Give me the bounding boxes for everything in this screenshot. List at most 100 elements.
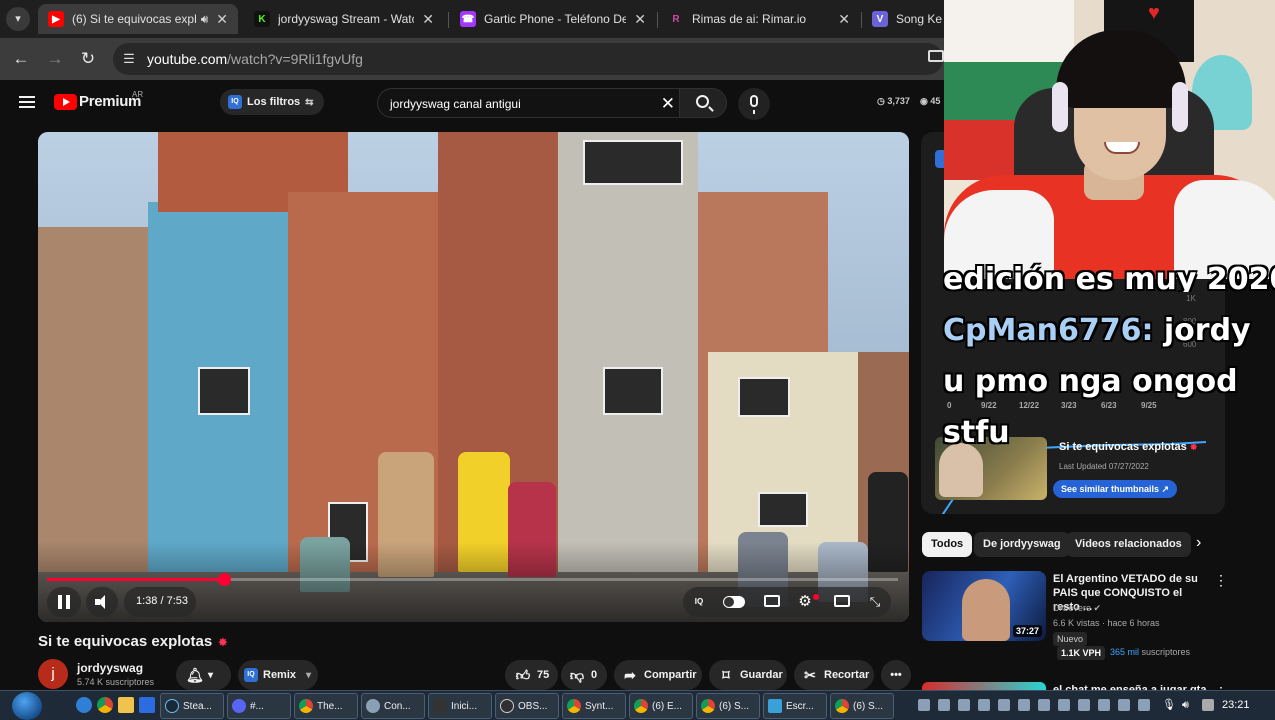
tray-icon[interactable]: [998, 699, 1010, 711]
taskbar-window[interactable]: Inici...: [428, 693, 492, 719]
youtube-logo-icon[interactable]: [54, 94, 77, 110]
progress-scrubber-handle[interactable]: [218, 573, 231, 586]
url-text[interactable]: youtube.com/watch?v=9Rli1fgvUfg: [147, 51, 363, 67]
channel-name[interactable]: jordyyswag: [77, 661, 143, 675]
explosion-emoji-icon: ✸: [1189, 442, 1198, 452]
back-arrow-icon[interactable]: ←: [10, 48, 32, 70]
chevron-right-icon[interactable]: ›: [1196, 534, 1201, 552]
tab-close-icon[interactable]: ✕: [838, 11, 850, 28]
clip-button[interactable]: ✂ Recortar: [794, 660, 874, 690]
folder-icon[interactable]: [118, 697, 134, 713]
settings-icon[interactable]: [139, 697, 155, 713]
theater-mode-icon[interactable]: [834, 595, 850, 607]
clip-label: Recortar: [824, 669, 870, 681]
fullscreen-icon[interactable]: ⤡: [867, 594, 883, 610]
sliders-icon: ⇆: [305, 96, 314, 108]
tab-search-chevron-icon[interactable]: ▾: [6, 7, 30, 31]
microphone-icon[interactable]: 🎙︎: [1162, 699, 1176, 711]
taskbar-window[interactable]: (6) S...: [830, 693, 894, 719]
taskbar-window[interactable]: The...: [294, 693, 358, 719]
dislike-button[interactable]: 👎︎ 0: [561, 660, 607, 690]
cast-icon[interactable]: [928, 50, 944, 62]
search-button[interactable]: [679, 88, 727, 118]
tray-icon[interactable]: [1038, 699, 1050, 711]
volume-icon[interactable]: 🔊︎: [1182, 699, 1194, 711]
recommendation-thumbnail[interactable]: 37:27: [922, 571, 1046, 641]
edge-icon[interactable]: [76, 697, 92, 713]
tray-icon[interactable]: [1118, 699, 1130, 711]
iq-icon[interactable]: IQ: [691, 594, 707, 610]
taskbar-window[interactable]: Synt...: [562, 693, 626, 719]
channel-avatar[interactable]: j: [38, 659, 68, 689]
chat-text: jordy: [1153, 313, 1251, 348]
recommendation-thumbnail[interactable]: [922, 682, 1046, 690]
taskbar-window[interactable]: OBS...: [495, 693, 559, 719]
taskbar-window[interactable]: Stea...: [160, 693, 224, 719]
browser-tab-gartic[interactable]: ☎ Gartic Phone - Teléfono Des ✕: [450, 4, 656, 34]
video-player[interactable]: 1:38 / 7:53 IQ ⚙ ⤡: [38, 132, 909, 622]
new-badge: Nuevo: [1053, 632, 1088, 646]
search-input[interactable]: jordyyswag canal antigui ✕: [377, 88, 679, 118]
webcam-overlay: ♥: [944, 0, 1275, 279]
more-vertical-icon[interactable]: ⋮: [1214, 572, 1228, 589]
tray-icon[interactable]: [1058, 699, 1070, 711]
video-frame-window: [198, 367, 250, 415]
volume-button[interactable]: [86, 587, 118, 617]
chip-related[interactable]: Videos relacionados: [1066, 532, 1191, 557]
browser-tab-kick[interactable]: K jordyyswag Stream - Watch ✕: [244, 4, 444, 34]
tab-close-icon[interactable]: ✕: [216, 11, 228, 28]
tray-icon[interactable]: [1138, 699, 1150, 711]
tab-close-icon[interactable]: ✕: [422, 11, 434, 28]
headphones-icon: [1052, 82, 1068, 132]
taskbar-window[interactable]: #...: [227, 693, 291, 719]
thumbnail-face: [939, 443, 983, 497]
like-button[interactable]: 👍︎ 75: [505, 660, 558, 690]
taskbar-window[interactable]: Con...: [361, 693, 425, 719]
site-info-icon[interactable]: ☰: [121, 51, 137, 67]
notifications-button[interactable]: 🔔︎ ▾: [176, 660, 231, 690]
filters-button[interactable]: IQ Los filtros ⇆: [220, 89, 324, 115]
tray-icon[interactable]: [958, 699, 970, 711]
reload-icon[interactable]: ↻: [77, 48, 99, 70]
chart-x-label: 9/22: [981, 401, 997, 410]
save-button[interactable]: ⌑ Guardar: [709, 660, 787, 690]
browser-tab-songkey[interactable]: V Song Key a: [862, 4, 952, 34]
taskbar-window[interactable]: Escr...: [763, 693, 827, 719]
network-icon[interactable]: [1202, 699, 1214, 711]
voice-search-button[interactable]: [738, 88, 770, 120]
start-button[interactable]: [12, 692, 42, 720]
remix-button[interactable]: IQ Remix ▾: [238, 660, 318, 690]
progress-bar[interactable]: [47, 573, 898, 586]
chrome-icon[interactable]: [97, 697, 113, 713]
similar-thumbnails-button[interactable]: See similar thumbnails ↗: [1053, 480, 1178, 498]
autoplay-toggle[interactable]: [723, 596, 745, 608]
subtitles-icon[interactable]: [764, 595, 780, 607]
more-actions-button[interactable]: •••: [881, 660, 911, 690]
browser-tab-youtube[interactable]: ▶ (6) Si te equivocas explo 🔊︎ ✕: [38, 4, 238, 34]
tray-icon[interactable]: [1018, 699, 1030, 711]
menu-icon[interactable]: [19, 96, 35, 108]
forward-arrow-icon[interactable]: →: [44, 48, 66, 70]
epic-games-icon: [433, 699, 447, 713]
tray-icon[interactable]: [1078, 699, 1090, 711]
speaker-icon[interactable]: 🔊︎: [201, 12, 209, 27]
browser-tab-rimar[interactable]: R Rimas de ai: Rimar.io ✕: [658, 4, 860, 34]
taskbar-window[interactable]: (6) E...: [629, 693, 693, 719]
settings-gear-icon[interactable]: ⚙: [797, 594, 813, 610]
tray-icon[interactable]: [978, 699, 990, 711]
tab-close-icon[interactable]: ✕: [634, 11, 646, 28]
tray-icon[interactable]: [1098, 699, 1110, 711]
address-bar[interactable]: ☰ youtube.com/watch?v=9Rli1fgvUfg: [113, 43, 943, 75]
share-button[interactable]: ➦ Compartir: [614, 660, 702, 690]
tray-icon[interactable]: [938, 699, 950, 711]
taskbar-clock[interactable]: 23:21: [1222, 699, 1250, 711]
play-pause-button[interactable]: [47, 587, 81, 617]
taskbar-window-label: Stea...: [183, 700, 212, 712]
taskbar-window[interactable]: (6) S...: [696, 693, 760, 719]
recommendation-channel[interactable]: DrSevere ✔: [1053, 603, 1101, 614]
chip-from-channel[interactable]: De jordyyswag: [974, 532, 1070, 557]
video-frame-window: [583, 140, 683, 185]
clear-search-icon[interactable]: ✕: [661, 94, 675, 114]
tray-icon[interactable]: [918, 699, 930, 711]
chip-all[interactable]: Todos: [922, 532, 973, 557]
